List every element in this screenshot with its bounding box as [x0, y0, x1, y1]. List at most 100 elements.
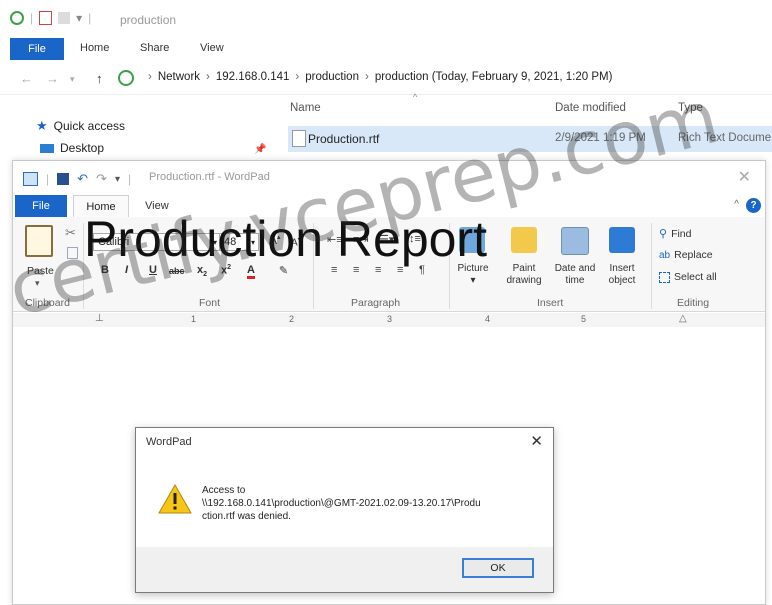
wordpad-quick-access-toolbar: | ↶ ↷ ▾ |	[23, 171, 131, 187]
group-divider	[651, 223, 652, 309]
pin-icon[interactable]: 📌	[254, 144, 266, 155]
explorer-window-title: production	[120, 13, 177, 27]
properties-icon[interactable]	[10, 11, 24, 25]
breadcrumb-network[interactable]: Network	[158, 71, 200, 83]
paste-dropdown-icon[interactable]: ▾	[35, 278, 40, 289]
sidebar-item-desktop[interactable]: Desktop	[40, 141, 104, 155]
explorer-ribbon-tabs	[0, 38, 772, 62]
date-time-label[interactable]: Date and time	[551, 263, 599, 287]
save-icon[interactable]	[57, 173, 70, 185]
ruler-mark: 1	[191, 314, 197, 324]
editing-group-label: Editing	[677, 297, 710, 309]
insert-object-label[interactable]: Insert object	[601, 263, 643, 287]
wordpad-tab-file[interactable]: File	[15, 195, 67, 217]
paint-drawing-icon[interactable]	[511, 227, 537, 253]
dialog-message-line: \\192.168.0.141\production\@GMT-2021.02.…	[202, 498, 481, 509]
paste-button-label[interactable]: Paste	[27, 265, 54, 277]
find-label: Find	[671, 227, 692, 240]
paragraph-group-label: Paragraph	[351, 297, 401, 309]
minimize-ribbon-icon[interactable]: ^	[734, 199, 739, 210]
date-time-line1: Date and	[554, 263, 596, 274]
new-folder-check-icon[interactable]	[39, 11, 53, 25]
customize-dropdown-icon[interactable]: ▾	[115, 174, 120, 185]
toolbar-separator: |	[30, 11, 34, 25]
rtf-file-icon	[292, 130, 306, 147]
replace-label: Replace	[674, 249, 713, 261]
back-arrow-icon[interactable]: ←	[20, 71, 33, 86]
breadcrumb-separator: ›	[364, 71, 369, 83]
date-time-icon[interactable]	[561, 227, 589, 255]
warning-icon	[158, 484, 192, 514]
select-all-button[interactable]: Select all	[659, 271, 717, 283]
up-arrow-icon[interactable]: ↑	[96, 71, 103, 86]
select-all-icon	[659, 271, 670, 283]
chevron-down-icon: ▾	[470, 275, 476, 286]
network-icon	[118, 70, 134, 86]
copy-icon[interactable]	[67, 247, 78, 259]
file-name[interactable]: Production.rtf	[308, 132, 379, 146]
paste-icon[interactable]	[25, 225, 53, 257]
indent-marker-icon[interactable]: ⊥	[95, 313, 104, 324]
redo-icon[interactable]: ↷	[96, 171, 107, 187]
binoculars-icon: ⚲	[659, 228, 668, 240]
ruler[interactable]: ⊥ 1 2 3 4 5 △	[13, 313, 765, 328]
document-heading[interactable]: Production Report	[84, 210, 487, 268]
breadcrumb-ip[interactable]: 192.168.0.141	[216, 71, 290, 83]
forward-arrow-icon[interactable]: →	[46, 71, 59, 86]
file-type: Rich Text Docume	[678, 132, 772, 144]
explorer-tab-share[interactable]: Share	[140, 42, 169, 54]
sidebar-item-label: Quick access	[53, 119, 126, 133]
ruler-mark: 5	[581, 314, 587, 324]
right-indent-marker-icon[interactable]: △	[679, 313, 687, 324]
toolbar-separator: |	[127, 172, 132, 186]
ruler-mark: 3	[387, 314, 393, 324]
explorer-tab-file[interactable]: File	[10, 38, 64, 60]
replace-button[interactable]: ab Replace	[659, 249, 713, 261]
close-icon[interactable]: ✕	[738, 167, 751, 187]
insert-object-line2: object	[608, 275, 636, 286]
font-group-label: Font	[199, 297, 221, 309]
find-button[interactable]: ⚲ Find	[659, 227, 692, 241]
toolbar-separator: |	[88, 11, 92, 25]
insert-object-line1: Insert	[609, 263, 635, 274]
wordpad-window-title: Production.rtf - WordPad	[149, 171, 270, 183]
replace-icon: ab	[659, 249, 671, 261]
error-dialog: WordPad ✕ Access to \\192.168.0.141\prod…	[135, 427, 554, 593]
undo-icon[interactable]: ↶	[77, 171, 88, 187]
sort-caret-icon: ^	[413, 92, 418, 102]
quick-access-toolbar: | ▾ |	[10, 11, 91, 25]
date-time-line2: time	[565, 275, 585, 286]
select-all-label: Select all	[674, 271, 717, 283]
sidebar-item-quick-access[interactable]: ★ Quick access	[36, 118, 125, 134]
dialog-title: WordPad	[146, 436, 192, 448]
paint-drawing-line1: Paint	[512, 263, 536, 274]
insert-object-icon[interactable]	[609, 227, 635, 253]
star-icon: ★	[36, 118, 48, 133]
dialog-message-line: ction.rtf was denied.	[202, 511, 291, 522]
recent-locations-icon[interactable]: ▾	[70, 74, 75, 85]
customize-dropdown-icon[interactable]: ▾	[76, 11, 82, 25]
cut-icon[interactable]: ✂	[65, 225, 76, 241]
explorer-tab-home[interactable]: Home	[80, 42, 109, 54]
column-header-type[interactable]: Type	[678, 102, 703, 114]
paint-drawing-label[interactable]: Paint drawing	[499, 263, 549, 287]
breadcrumb-snapshot[interactable]: production (Today, February 9, 2021, 1:2…	[375, 71, 613, 83]
help-icon[interactable]: ?	[746, 198, 761, 213]
insert-group-label: Insert	[537, 297, 564, 309]
dialog-message: Access to \\192.168.0.141\production\@GM…	[202, 484, 542, 523]
folder-icon[interactable]	[58, 12, 71, 24]
close-icon[interactable]: ✕	[530, 432, 543, 450]
ok-button[interactable]: OK	[462, 558, 534, 578]
breadcrumb-share[interactable]: production	[305, 71, 359, 83]
toolbar-separator: |	[46, 172, 50, 186]
breadcrumb-separator: ›	[206, 71, 210, 83]
sidebar-item-label: Desktop	[60, 141, 105, 155]
explorer-tab-view[interactable]: View	[200, 42, 224, 54]
clipboard-group-label: Clipboard	[25, 297, 70, 309]
dialog-message-line: Access to	[202, 485, 246, 496]
ruler-mark: 2	[289, 314, 295, 324]
desktop-icon	[40, 143, 54, 153]
wordpad-app-icon[interactable]	[23, 172, 38, 186]
column-header-name[interactable]: Name	[290, 102, 321, 114]
column-header-date[interactable]: Date modified	[555, 102, 626, 114]
